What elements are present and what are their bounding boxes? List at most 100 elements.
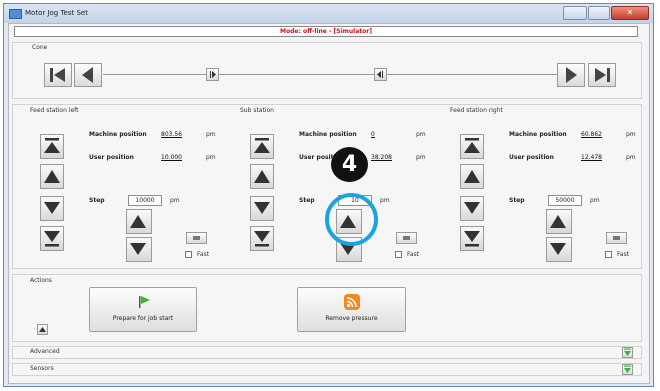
station-right-step-up-button[interactable] (546, 209, 572, 234)
user-position-unit: pm (416, 154, 426, 161)
user-position-label: User position (509, 154, 554, 161)
arrow-left-icon (82, 67, 93, 83)
skip-end-icon (595, 68, 610, 82)
machine-position-label: Machine position (299, 131, 357, 138)
top-limit-icon (44, 138, 60, 153)
arrow-up-icon (550, 215, 566, 228)
station-right-step-down-button[interactable] (546, 237, 572, 262)
station-middle-stop-button[interactable] (396, 232, 417, 244)
remove-pressure-label: Remove pressure (325, 315, 378, 322)
cone-slider-thumb-left[interactable] (205, 68, 219, 81)
top-limit-icon (464, 138, 480, 153)
cone-first-button[interactable] (44, 63, 72, 87)
cone-group (12, 42, 642, 99)
station-left-jog-up-button[interactable] (40, 164, 64, 189)
station-right-jog-down-button[interactable] (460, 196, 484, 221)
prepare-job-start-label: Prepare for job start (112, 315, 174, 322)
cone-back-button[interactable] (74, 63, 102, 87)
arrow-up-icon (44, 170, 60, 183)
maximize-button[interactable] (588, 6, 610, 20)
step-unit: pm (380, 197, 390, 204)
user-position-value: 38.208 (371, 154, 392, 161)
actions-label: Actions (30, 277, 52, 284)
step-left-icon (376, 71, 383, 78)
machine-position-unit: pm (416, 131, 426, 138)
machine-position-value: 60.862 (581, 131, 602, 138)
arrow-down-icon (44, 202, 60, 214)
step-unit: pm (170, 197, 180, 204)
fast-label: Fast (407, 251, 420, 258)
station-left-fast-checkbox[interactable] (185, 251, 192, 258)
user-position-value: 12.478 (581, 154, 602, 161)
machine-position-label: Machine position (89, 131, 147, 138)
arrow-right-icon (566, 67, 577, 83)
actions-collapse-button[interactable] (37, 324, 48, 335)
station-middle-jog-up-button[interactable] (250, 164, 274, 189)
station-right-title: Feed station right (450, 107, 503, 114)
rss-icon (344, 294, 360, 310)
machine-position-value: 0 (371, 131, 375, 138)
arrow-down-icon (130, 243, 146, 255)
top-limit-icon (254, 138, 270, 153)
station-left-step-down-button[interactable] (126, 237, 152, 262)
station-left-step-up-button[interactable] (126, 209, 152, 234)
close-icon: ✕ (626, 8, 634, 17)
station-middle-title: Sub station (240, 107, 274, 114)
station-right-panel: Feed station right Machine position 60.862… (440, 106, 644, 266)
station-middle-jog-bottom-button[interactable] (250, 226, 274, 251)
play-flag-icon (139, 296, 150, 308)
status-text: Mode: off-line - [Simulator] (280, 28, 372, 35)
fast-label: Fast (197, 251, 210, 258)
highlight-ring (325, 193, 378, 246)
station-left-jog-top-button[interactable] (40, 134, 64, 159)
cone-label: Cone (32, 44, 48, 51)
station-middle-jog-down-button[interactable] (250, 196, 274, 221)
stop-icon (613, 236, 620, 240)
user-position-value: 10.000 (161, 154, 182, 161)
expand-down-icon (624, 348, 631, 356)
step-label: Step (299, 197, 315, 204)
minimize-button[interactable] (563, 6, 587, 20)
station-left-title: Feed station left (30, 107, 79, 114)
machine-position-label: Machine position (509, 131, 567, 138)
close-button[interactable]: ✕ (611, 6, 649, 20)
advanced-row[interactable] (12, 346, 642, 359)
station-left-jog-down-button[interactable] (40, 196, 64, 221)
machine-position-unit: pm (626, 131, 636, 138)
bottom-limit-icon (464, 231, 480, 247)
step-label: Step (89, 197, 105, 204)
cone-slider-thumb-right[interactable] (373, 68, 387, 81)
advanced-expand-button[interactable] (622, 347, 633, 358)
station-right-stop-button[interactable] (606, 232, 627, 244)
station-right-jog-up-button[interactable] (460, 164, 484, 189)
step-input[interactable]: 10000 (128, 195, 162, 206)
skip-start-icon (50, 68, 65, 82)
title-bar[interactable] (4, 4, 653, 23)
step-label: Step (509, 197, 525, 204)
sensors-expand-button[interactable] (622, 364, 633, 375)
station-left-jog-bottom-button[interactable] (40, 226, 64, 251)
cone-forward-button[interactable] (557, 63, 585, 87)
user-position-label: User position (89, 154, 134, 161)
arrow-up-icon (254, 170, 270, 183)
sensors-row[interactable] (12, 363, 642, 376)
station-left-stop-button[interactable] (186, 232, 207, 244)
station-right-jog-bottom-button[interactable] (460, 226, 484, 251)
station-right-jog-top-button[interactable] (460, 134, 484, 159)
cone-last-button[interactable] (588, 63, 616, 87)
chevron-up-icon (39, 327, 46, 332)
station-right-fast-checkbox[interactable] (605, 251, 612, 258)
station-middle-panel: Sub station Machine position 0 pm User posit… (230, 106, 434, 266)
prepare-job-start-button[interactable]: Prepare for job start (89, 287, 197, 332)
step-input[interactable]: 50000 (548, 195, 582, 206)
sensors-label: Sensors (30, 365, 54, 372)
station-middle-jog-top-button[interactable] (250, 134, 274, 159)
arrow-up-icon (130, 215, 146, 228)
station-middle-fast-checkbox[interactable] (395, 251, 402, 258)
stop-icon (193, 236, 200, 240)
cone-slider-track[interactable] (103, 74, 557, 75)
advanced-label: Advanced (30, 348, 60, 355)
arrow-down-icon (550, 243, 566, 255)
fast-label: Fast (617, 251, 630, 258)
remove-pressure-button[interactable]: Remove pressure (297, 287, 406, 332)
